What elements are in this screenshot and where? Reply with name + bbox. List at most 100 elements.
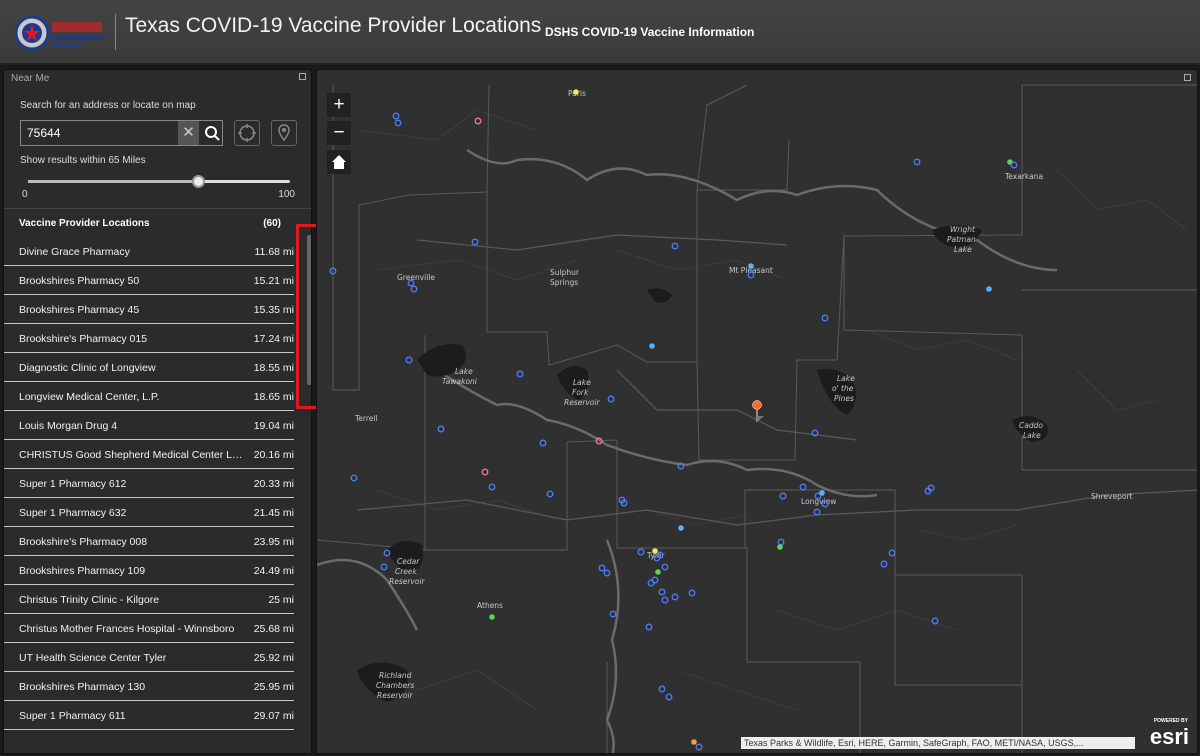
- provider-marker[interactable]: [819, 490, 825, 496]
- maximize-icon[interactable]: [1184, 74, 1191, 81]
- provider-marker[interactable]: [649, 343, 655, 349]
- radius-slider[interactable]: [28, 175, 290, 188]
- provider-marker[interactable]: [658, 685, 666, 693]
- provider-marker[interactable]: [661, 563, 669, 571]
- provider-name: Louis Morgan Drug 4: [19, 420, 118, 432]
- provider-marker[interactable]: [913, 158, 921, 166]
- provider-marker[interactable]: [481, 468, 489, 476]
- provider-marker[interactable]: [410, 285, 418, 293]
- provider-marker[interactable]: [474, 117, 482, 125]
- map-attribution: Texas Parks & Wildlife, Esri, HERE, Garm…: [741, 737, 1135, 749]
- place-label-richland-reservoir: Reservoir: [377, 691, 414, 700]
- list-item[interactable]: Super 1 Pharmacy 611 29.07 mi: [4, 701, 294, 730]
- provider-marker[interactable]: [539, 439, 547, 447]
- provider-marker[interactable]: [437, 425, 445, 433]
- provider-marker[interactable]: [647, 579, 655, 587]
- list-item[interactable]: Brookshires Pharmacy 109 24.49 mi: [4, 556, 294, 585]
- provider-marker[interactable]: [546, 490, 554, 498]
- provider-marker[interactable]: [799, 483, 807, 491]
- provider-marker[interactable]: [658, 588, 666, 596]
- provider-marker[interactable]: [821, 314, 829, 322]
- place-label-athens: Athens: [477, 601, 503, 610]
- list-item[interactable]: Brookshire's Pharmacy 008 23.95 mi: [4, 527, 294, 556]
- provider-marker[interactable]: [671, 593, 679, 601]
- list-item[interactable]: Super 1 Pharmacy 632 21.45 mi: [4, 498, 294, 527]
- dshs-logo: [14, 13, 106, 53]
- list-item[interactable]: Brookshires Pharmacy 130 25.95 mi: [4, 672, 294, 701]
- slider-thumb[interactable]: [192, 175, 206, 188]
- provider-marker[interactable]: [609, 610, 617, 618]
- provider-marker[interactable]: [655, 569, 661, 575]
- search-input[interactable]: [27, 124, 167, 142]
- list-item[interactable]: Brookshire's Pharmacy 015 17.24 mi: [4, 324, 294, 353]
- place-label-shreveport: Shreveport: [1091, 492, 1133, 501]
- provider-name: Brookshires Pharmacy 130: [19, 681, 146, 693]
- list-item[interactable]: Longview Medical Center, L.P. 18.65 mi: [4, 382, 294, 411]
- list-item[interactable]: Christus Trinity Clinic - Kilgore 25 mi: [4, 585, 294, 614]
- provider-marker[interactable]: [665, 693, 673, 701]
- provider-marker[interactable]: [598, 564, 606, 572]
- provider-distance: 25.95 mi: [253, 681, 294, 693]
- provider-marker[interactable]: [645, 623, 653, 631]
- provider-marker[interactable]: [777, 538, 785, 546]
- select-on-map-button[interactable]: [271, 120, 297, 146]
- provider-marker[interactable]: [516, 370, 524, 378]
- clear-search-button[interactable]: ✕: [178, 121, 199, 145]
- provider-marker[interactable]: [489, 614, 495, 620]
- provider-marker[interactable]: [488, 483, 496, 491]
- provider-marker[interactable]: [888, 549, 896, 557]
- list-item[interactable]: Brookshires Pharmacy 50 15.21 mi: [4, 266, 294, 295]
- provider-marker[interactable]: [880, 560, 888, 568]
- provider-marker[interactable]: [471, 238, 479, 246]
- list-item[interactable]: Diagnostic Clinic of Longview 18.55 mi: [4, 353, 294, 382]
- list-item[interactable]: CHRISTUS Good Shepherd Medical Center Lo…: [4, 440, 294, 469]
- list-header: Vaccine Provider Locations (60): [4, 208, 311, 236]
- list-item[interactable]: Divine Grace Pharmacy 11.68 mi: [4, 237, 294, 266]
- provider-marker[interactable]: [779, 492, 787, 500]
- zoom-in-button[interactable]: +: [327, 93, 351, 117]
- provider-name: UT Health Science Center Tyler: [19, 652, 167, 664]
- place-label-texarkana: Texarkana: [1004, 172, 1043, 181]
- provider-marker[interactable]: [637, 548, 645, 556]
- zoom-out-button[interactable]: −: [327, 121, 351, 145]
- provider-marker[interactable]: [392, 112, 400, 120]
- list-item[interactable]: Christus Mother Frances Hospital - Winns…: [4, 614, 294, 643]
- provider-marker[interactable]: [688, 589, 696, 597]
- provider-marker[interactable]: [1010, 161, 1018, 169]
- search-button[interactable]: [201, 121, 223, 145]
- list-item[interactable]: UT Health Science Center Tyler 25.92 mi: [4, 643, 294, 672]
- provider-marker[interactable]: [777, 544, 783, 550]
- provider-marker[interactable]: [695, 743, 703, 751]
- provider-marker[interactable]: [607, 395, 615, 403]
- locate-button[interactable]: [234, 120, 260, 146]
- provider-name: Brookshire's Pharmacy 015: [19, 333, 148, 345]
- provider-marker[interactable]: [813, 508, 821, 516]
- place-label-creek: Creek: [395, 567, 418, 576]
- provider-marker[interactable]: [671, 242, 679, 250]
- provider-marker[interactable]: [678, 525, 684, 531]
- list-item[interactable]: Brookshires Pharmacy 45 15.35 mi: [4, 295, 294, 324]
- provider-marker[interactable]: [691, 739, 697, 745]
- maximize-icon[interactable]: [299, 73, 306, 80]
- provider-marker[interactable]: [603, 569, 611, 577]
- provider-name: Christus Trinity Clinic - Kilgore: [19, 594, 160, 606]
- provider-marker[interactable]: [661, 596, 669, 604]
- provider-marker[interactable]: [652, 548, 658, 554]
- provider-marker[interactable]: [350, 474, 358, 482]
- provider-distance: 17.24 mi: [253, 333, 294, 345]
- provider-marker[interactable]: [380, 563, 388, 571]
- home-button[interactable]: [327, 150, 351, 174]
- provider-marker[interactable]: [405, 356, 413, 364]
- vaccine-info-link[interactable]: DSHS COVID-19 Vaccine Information: [545, 25, 754, 39]
- provider-distance: 25.92 mi: [253, 652, 294, 664]
- provider-marker[interactable]: [986, 286, 992, 292]
- provider-name: Christus Mother Frances Hospital - Winns…: [19, 623, 235, 635]
- place-label-fork-reservoir: Reservoir: [564, 398, 601, 407]
- list-title: Vaccine Provider Locations: [19, 218, 150, 229]
- list-item[interactable]: Louis Morgan Drug 4 19.04 mi: [4, 411, 294, 440]
- provider-marker[interactable]: [573, 89, 579, 95]
- list-item[interactable]: Super 1 Pharmacy 612 20.33 mi: [4, 469, 294, 498]
- provider-marker[interactable]: [748, 263, 754, 269]
- provider-marker[interactable]: [394, 119, 402, 127]
- map-view[interactable]: Paris Texarkana Greenville Sulphur Sprin…: [316, 69, 1198, 754]
